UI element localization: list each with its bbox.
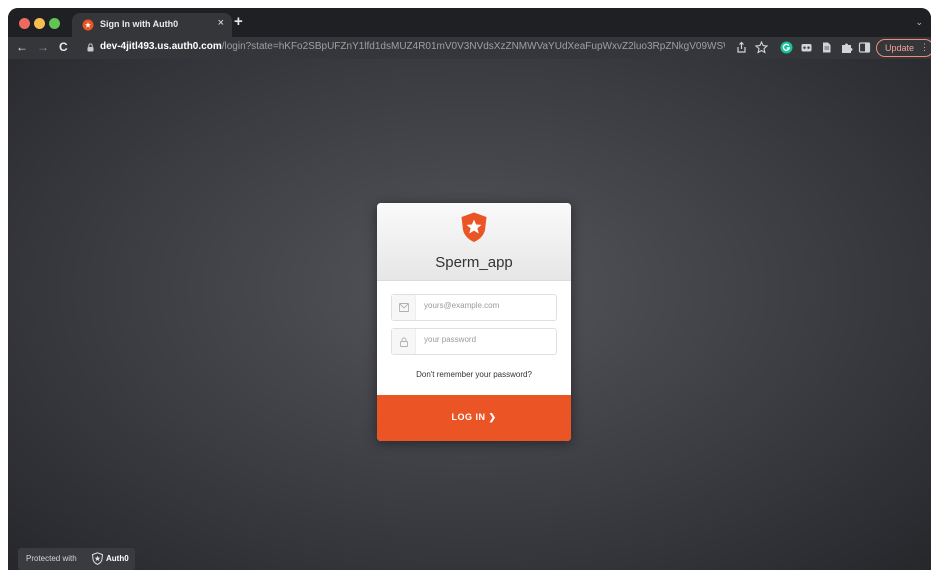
envelope-icon bbox=[399, 303, 409, 312]
reload-button[interactable]: C bbox=[59, 40, 68, 54]
badge-text: Protected with bbox=[26, 554, 77, 563]
password-field-icon-box bbox=[392, 329, 416, 354]
login-card: Sperm_app yours@example.com Don't rememb… bbox=[377, 203, 571, 441]
login-card-header: Sperm_app bbox=[377, 203, 571, 281]
new-tab-button[interactable]: + bbox=[234, 13, 243, 30]
url-host: dev-4jitl493.us.auth0.com bbox=[100, 41, 222, 52]
chevron-right-icon: ❯ bbox=[488, 412, 497, 422]
browser-window: Sign In with Auth0 × + ⌄ ← → C dev-4jitl… bbox=[8, 8, 931, 570]
share-icon[interactable] bbox=[735, 41, 748, 54]
back-button[interactable]: ← bbox=[16, 40, 28, 54]
auth0-shield-logo-icon bbox=[461, 212, 487, 242]
badge-brand: Auth0 bbox=[106, 554, 129, 563]
tab-bar: Sign In with Auth0 × + ⌄ bbox=[8, 8, 931, 37]
email-field[interactable] bbox=[391, 294, 557, 321]
side-panel-icon[interactable] bbox=[858, 41, 871, 54]
forward-button[interactable]: → bbox=[37, 40, 49, 54]
address-bar[interactable]: dev-4jitl493.us.auth0.com/login?state=hK… bbox=[80, 39, 730, 57]
lock-icon[interactable] bbox=[87, 43, 94, 52]
url-path: /login?state=hKFo2SBpUFZnY1lfd1dsMUZ4R01… bbox=[221, 41, 725, 52]
more-menu-icon[interactable]: ⋮ bbox=[920, 42, 929, 53]
tab-search-chevron-icon[interactable]: ⌄ bbox=[915, 17, 923, 28]
update-label: Update bbox=[885, 43, 915, 53]
padlock-icon bbox=[400, 337, 408, 347]
password-field[interactable] bbox=[391, 328, 557, 355]
password-input[interactable] bbox=[424, 335, 552, 344]
forgot-password-link[interactable]: Don't remember your password? bbox=[377, 370, 571, 379]
close-window-button[interactable] bbox=[19, 18, 30, 29]
email-input[interactable] bbox=[424, 301, 552, 310]
auth0-favicon-icon bbox=[82, 19, 94, 31]
log-in-label: LOG IN bbox=[451, 412, 486, 422]
auth0-badge-logo-icon bbox=[91, 552, 104, 565]
app-name: Sperm_app bbox=[435, 254, 513, 271]
tab-title: Sign In with Auth0 bbox=[100, 19, 179, 29]
url-text[interactable]: dev-4jitl493.us.auth0.com/login?state=hK… bbox=[100, 41, 725, 52]
extension-icon[interactable] bbox=[800, 41, 813, 54]
grammarly-extension-icon[interactable] bbox=[780, 41, 793, 54]
log-in-button[interactable]: LOG IN ❯ bbox=[377, 395, 571, 441]
email-field-icon-box bbox=[392, 295, 416, 320]
bookmark-star-icon[interactable] bbox=[755, 41, 768, 54]
browser-toolbar: ← → C dev-4jitl493.us.auth0.com/login?st… bbox=[8, 37, 931, 59]
tab-close-icon[interactable]: × bbox=[218, 17, 224, 29]
protected-by-auth0-badge[interactable]: Protected with Auth0 bbox=[18, 548, 135, 570]
tab-sign-in[interactable]: Sign In with Auth0 × bbox=[72, 13, 232, 37]
minimize-window-button[interactable] bbox=[34, 18, 45, 29]
update-button[interactable]: Update ⋮ bbox=[876, 39, 931, 57]
extensions-puzzle-icon[interactable] bbox=[840, 41, 853, 54]
reading-list-icon[interactable] bbox=[820, 41, 833, 54]
page-viewport: Sperm_app yours@example.com Don't rememb… bbox=[8, 59, 931, 570]
maximize-window-button[interactable] bbox=[49, 18, 60, 29]
